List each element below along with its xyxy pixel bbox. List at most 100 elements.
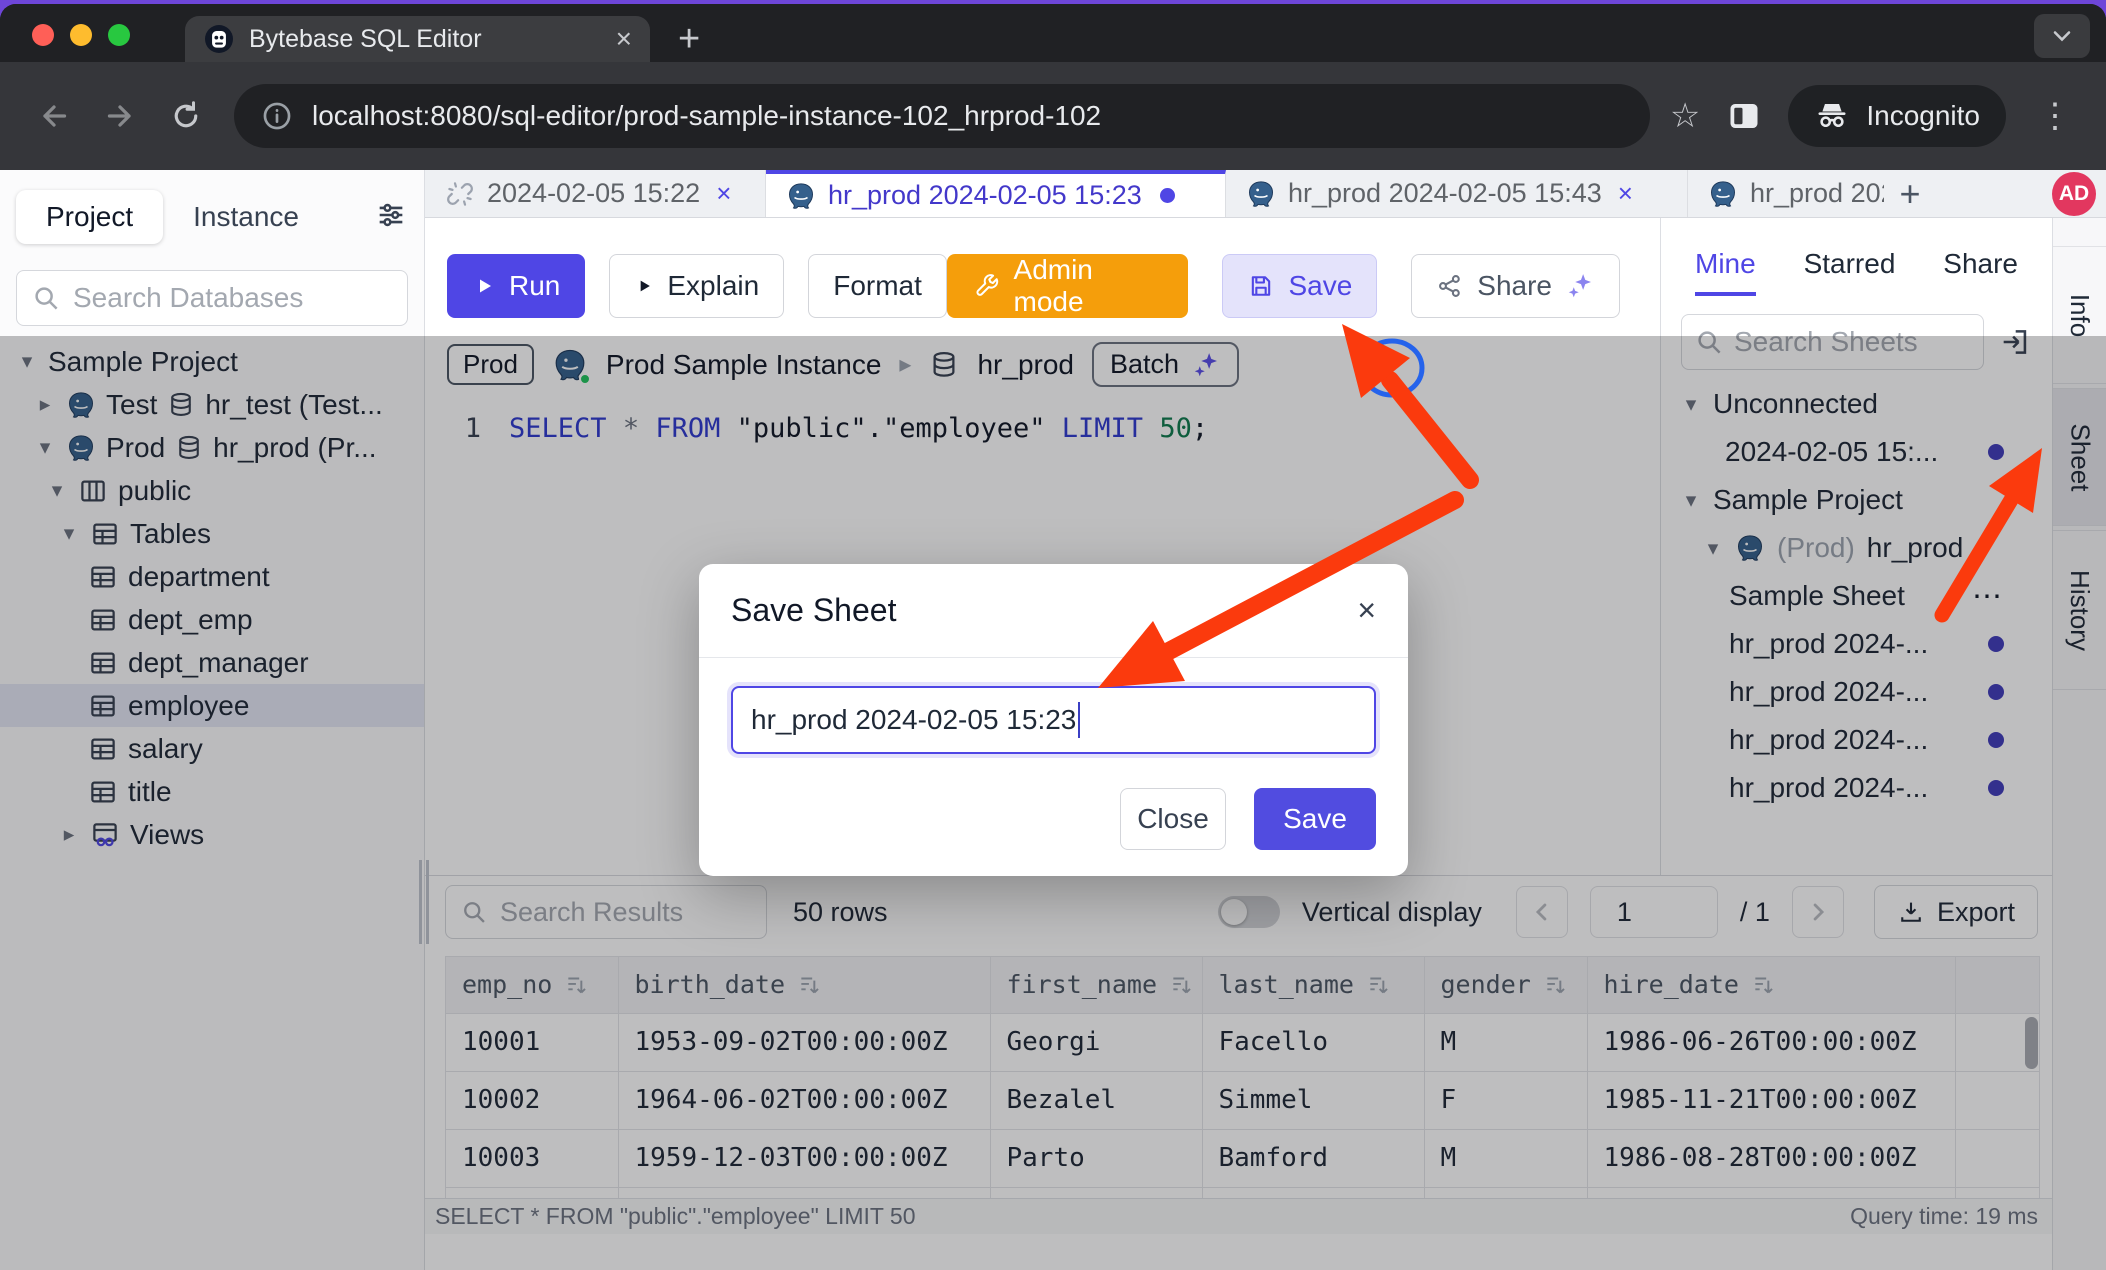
cell[interactable]: Chirstian (990, 1187, 1202, 1198)
cell[interactable]: 10004 (446, 1187, 618, 1198)
tab-project[interactable]: Project (16, 190, 163, 244)
tree-item-project[interactable]: ▾ Sample Project (0, 340, 424, 383)
tab-share[interactable]: Share (1943, 248, 2018, 280)
sort-icon[interactable] (1543, 972, 1569, 998)
chevron-down-icon[interactable]: ▾ (1681, 488, 1701, 513)
save-sheet-button[interactable]: Save (1222, 254, 1377, 318)
cell[interactable]: Simmel (1202, 1071, 1424, 1129)
sheet-item[interactable]: 2024-02-05 15:... (1661, 428, 2052, 476)
cell[interactable]: Bezalel (990, 1071, 1202, 1129)
editor-tab-unsaved[interactable]: 2024-02-05 15:22 × (425, 170, 766, 217)
sort-icon[interactable] (1169, 972, 1195, 998)
next-page-button[interactable] (1792, 886, 1844, 938)
forward-button[interactable] (94, 90, 146, 142)
table-row[interactable]: 100021964-06-02T00:00:00ZBezalelSimmelF1… (446, 1071, 2040, 1129)
chevron-down-icon[interactable]: ▾ (16, 349, 38, 374)
cell[interactable]: 1985-11-21T00:00:00Z (1587, 1071, 1955, 1129)
address-bar[interactable]: localhost:8080/sql-editor/prod-sample-in… (234, 84, 1650, 148)
cell[interactable]: 1986-08-28T00:00:00Z (1587, 1129, 1955, 1187)
tab-sheet[interactable]: Sheet (2053, 388, 2106, 526)
cell[interactable]: M (1424, 1129, 1587, 1187)
chevron-down-icon[interactable]: ▾ (1681, 392, 1701, 417)
run-button[interactable]: Run (447, 254, 585, 318)
new-tab-button[interactable]: + (678, 22, 700, 56)
cell[interactable]: 1986-06-26T00:00:00Z (1587, 1013, 1955, 1071)
cell[interactable]: Parto (990, 1129, 1202, 1187)
column-header[interactable]: emp_no (446, 957, 618, 1013)
site-info-icon[interactable] (260, 99, 294, 133)
sort-icon[interactable] (1366, 972, 1392, 998)
window-controls[interactable] (32, 24, 130, 46)
minimize-window-button[interactable] (70, 24, 92, 46)
sheet-group-unconnected[interactable]: ▾ Unconnected (1661, 380, 2052, 428)
table-row[interactable]: 100011953-09-02T00:00:00ZGeorgiFacelloM1… (446, 1013, 2040, 1071)
column-header[interactable]: hire_date (1587, 957, 1955, 1013)
tree-item-table-dept-emp[interactable]: dept_emp (0, 598, 424, 641)
column-header[interactable]: birth_date (618, 957, 990, 1013)
cell[interactable]: Georgi (990, 1013, 1202, 1071)
tree-item-table-department[interactable]: department (0, 555, 424, 598)
filter-button[interactable] (374, 198, 408, 237)
export-button[interactable]: Export (1874, 885, 2038, 939)
tree-item-table-dept-manager[interactable]: dept_manager (0, 641, 424, 684)
cell[interactable]: Facello (1202, 1013, 1424, 1071)
page-number-input[interactable] (1590, 886, 1718, 938)
cell[interactable]: Koblick (1202, 1187, 1424, 1198)
sort-icon[interactable] (1751, 972, 1777, 998)
sheet-connection[interactable]: ▾ (Prod) hr_prod (1661, 524, 2052, 572)
editor-tab-truncated[interactable]: hr_prod 2024-0 (1688, 170, 1884, 217)
sort-icon[interactable] (797, 972, 823, 998)
explain-button[interactable]: Explain (609, 254, 784, 318)
cell[interactable]: 1964-06-02T00:00:00Z (618, 1071, 990, 1129)
tree-item-views-group[interactable]: ▸ Views (0, 813, 424, 856)
table-row[interactable]: 100031959-12-03T00:00:00ZPartoBamfordM19… (446, 1129, 2040, 1187)
cell[interactable]: M (1424, 1187, 1587, 1198)
column-header[interactable]: gender (1424, 957, 1587, 1013)
cell[interactable]: 1953-09-02T00:00:00Z (618, 1013, 990, 1071)
tree-item-schema-public[interactable]: ▾ public (0, 469, 424, 512)
chevron-right-icon[interactable]: ▸ (34, 392, 56, 417)
user-avatar[interactable]: AD (2052, 172, 2096, 216)
cell[interactable]: 10002 (446, 1071, 618, 1129)
instance-name[interactable]: Prod Sample Instance (606, 349, 882, 381)
close-tab-icon[interactable]: × (1618, 178, 1633, 209)
chevron-right-icon[interactable]: ▸ (58, 822, 80, 847)
admin-mode-button[interactable]: Admin mode (947, 254, 1189, 318)
tree-item-test-db[interactable]: ▸ Test hr_test (Test... (0, 383, 424, 426)
back-button[interactable] (28, 90, 80, 142)
close-dialog-icon[interactable]: × (1357, 592, 1376, 629)
cell[interactable]: F (1424, 1071, 1587, 1129)
cell[interactable]: 10003 (446, 1129, 618, 1187)
tree-item-table-employee-selected[interactable]: employee (0, 684, 424, 727)
tree-item-tables-group[interactable]: ▾ Tables (0, 512, 424, 555)
tab-history[interactable]: History (2053, 530, 2106, 690)
column-header[interactable]: last_name (1202, 957, 1424, 1013)
more-menu-icon[interactable]: ⋯ (1972, 579, 2004, 614)
tree-item-prod-db[interactable]: ▾ Prod hr_prod (Pr... (0, 426, 424, 469)
vertical-display-toggle[interactable] (1218, 896, 1280, 928)
tab-search-button[interactable] (2034, 14, 2090, 58)
browser-menu-icon[interactable]: ⋮ (2032, 96, 2078, 136)
search-results-input[interactable]: Search Results (445, 885, 767, 939)
sheet-item-sample[interactable]: Sample Sheet ⋯ (1661, 572, 2052, 620)
dialog-save-button[interactable]: Save (1254, 788, 1376, 850)
sheet-group-project[interactable]: ▾ Sample Project (1661, 476, 2052, 524)
chevron-down-icon[interactable]: ▾ (58, 521, 80, 546)
tab-info[interactable]: Info (2053, 246, 2106, 384)
tab-mine[interactable]: Mine (1695, 248, 1756, 296)
share-button[interactable]: Share (1411, 254, 1620, 318)
browser-tab[interactable]: Bytebase SQL Editor × (185, 16, 650, 62)
prev-page-button[interactable] (1516, 886, 1568, 938)
format-button[interactable]: Format (808, 254, 947, 318)
reload-button[interactable] (160, 90, 212, 142)
chevron-down-icon[interactable]: ▾ (1703, 536, 1723, 561)
sort-icon[interactable] (564, 972, 590, 998)
close-tab-icon[interactable]: × (716, 178, 731, 209)
grid-scrollbar[interactable] (2025, 1017, 2038, 1069)
sheet-item[interactable]: hr_prod 2024-... (1661, 764, 2052, 812)
sheet-item[interactable]: hr_prod 2024-... (1661, 716, 2052, 764)
cell[interactable]: 1954-05-01T00:00:00Z (618, 1187, 990, 1198)
editor-tab-1543[interactable]: hr_prod 2024-02-05 15:43 × (1226, 170, 1688, 217)
open-sheet-icon[interactable] (1998, 325, 2032, 359)
search-databases-input[interactable]: Search Databases (16, 270, 408, 326)
